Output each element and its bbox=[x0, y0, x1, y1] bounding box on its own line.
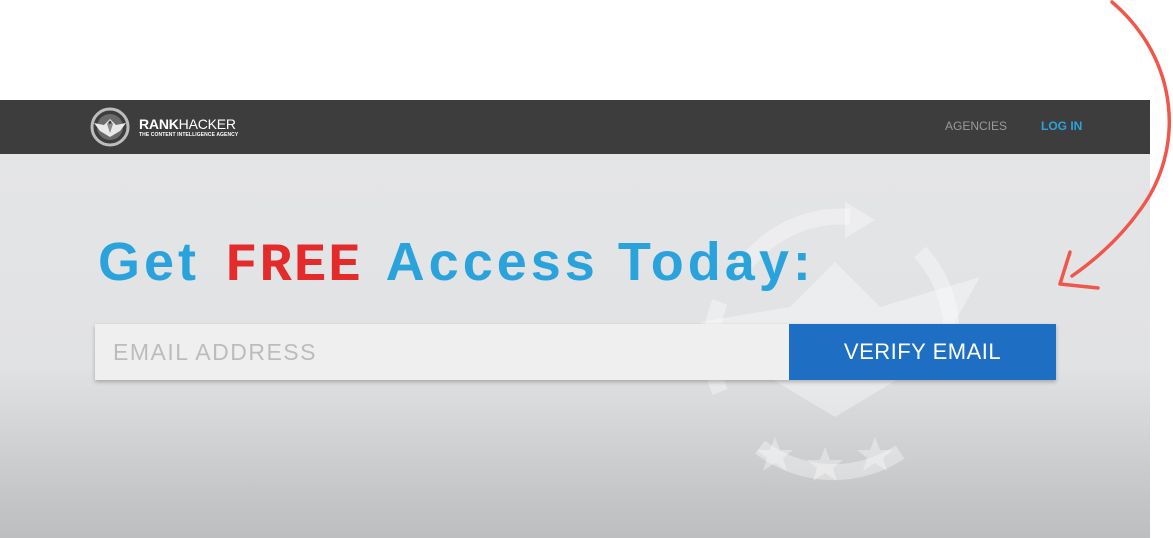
logo-tagline: THE CONTENT INTELLIGENCE AGENCY bbox=[139, 131, 239, 138]
email-address-input[interactable] bbox=[95, 324, 789, 380]
page: RANKHACKER THE CONTENT INTELLIGENCE AGEN… bbox=[0, 0, 1173, 538]
verify-email-button[interactable]: VERIFY EMAIL bbox=[789, 324, 1056, 380]
nav-agencies-link[interactable]: AGENCIES bbox=[945, 119, 1007, 133]
headline-end: Access Today: bbox=[385, 232, 815, 292]
hero-section: Get FREE Access Today: VERIFY EMAIL bbox=[0, 154, 1150, 538]
logo-wordmark: RANKHACKER THE CONTENT INTELLIGENCE AGEN… bbox=[139, 117, 238, 138]
headline-start: Get bbox=[98, 232, 201, 292]
logo-name-bold: RANK bbox=[139, 115, 179, 132]
nav-login-link[interactable]: LOG IN bbox=[1041, 119, 1082, 133]
hero-headline: Get FREE Access Today: bbox=[98, 231, 815, 297]
logo-name-regular: HACKER bbox=[178, 115, 236, 132]
rankhacker-logo[interactable]: RANKHACKER THE CONTENT INTELLIGENCE AGEN… bbox=[90, 107, 238, 147]
top-navbar: RANKHACKER THE CONTENT INTELLIGENCE AGEN… bbox=[0, 100, 1150, 154]
headline-free-highlight: FREE bbox=[225, 236, 363, 297]
eagle-shield-icon bbox=[90, 107, 130, 147]
email-signup-form: VERIFY EMAIL bbox=[95, 324, 1056, 380]
logo-name: RANKHACKER bbox=[139, 117, 238, 131]
